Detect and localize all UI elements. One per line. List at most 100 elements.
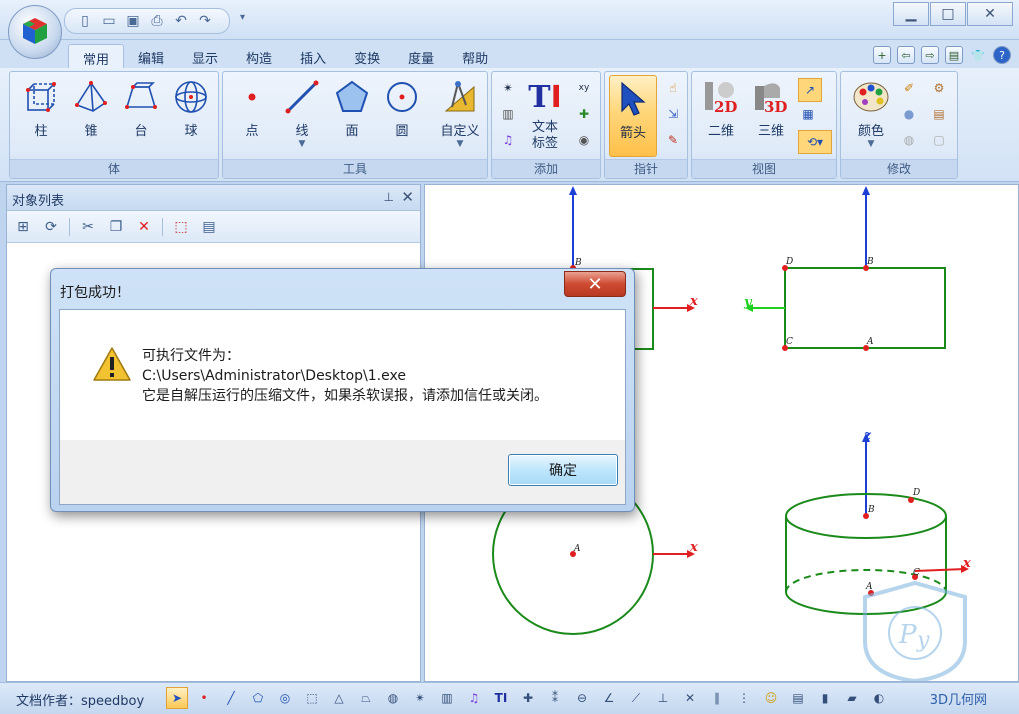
sphere-tool-icon[interactable]: ◍ (382, 687, 404, 709)
refresh-icon[interactable]: ⟳ (41, 217, 61, 237)
circle-button[interactable]: 圆 (379, 78, 425, 139)
tab-transform[interactable]: 变换 (340, 44, 394, 68)
prism-button[interactable]: 柱 (18, 78, 64, 139)
circle-tool-icon[interactable]: ◎ (274, 687, 296, 709)
line-tool-icon[interactable]: ╱ (220, 687, 242, 709)
minimize-button[interactable]: ▁ (893, 2, 929, 26)
close-window-button[interactable]: ✕ (967, 2, 1013, 26)
properties-icon[interactable]: ▤ (929, 104, 949, 124)
eye-icon[interactable]: ◉ (574, 130, 594, 150)
text-tool-icon[interactable]: TI (490, 687, 512, 709)
intersect-tool-icon[interactable]: ✕ (679, 687, 701, 709)
add-animation-icon[interactable]: ✴ (498, 78, 518, 98)
new-icon[interactable]: ▯ (75, 12, 95, 30)
tab-display[interactable]: 显示 (178, 44, 232, 68)
add-icon[interactable]: + (873, 46, 891, 64)
angle-tool-icon[interactable]: ∠ (598, 687, 620, 709)
import-icon[interactable]: ⇦ (897, 46, 915, 64)
shirt-icon[interactable]: 👕 (969, 46, 987, 64)
pointer-tool-icon[interactable]: ➤ (166, 687, 188, 709)
line-button[interactable]: 线 ▼ (279, 78, 325, 149)
custom-dropdown-icon[interactable]: ▼ (433, 139, 487, 149)
properties-tool-icon[interactable]: ▤ (787, 687, 809, 709)
dialog-close-button[interactable]: ✕ (564, 271, 626, 297)
segment-tool-icon[interactable]: ⟋ (625, 687, 647, 709)
view2d-tool-icon[interactable]: ▮ (814, 687, 836, 709)
globe-tool-icon[interactable]: ◐ (868, 687, 890, 709)
music-tool-icon[interactable]: ♫ (463, 687, 485, 709)
animation-tool-icon[interactable]: ✴ (409, 687, 431, 709)
print-icon[interactable]: ⎙ (147, 12, 167, 30)
dots-tool-icon[interactable]: ⋮ (733, 687, 755, 709)
select-hand-icon[interactable]: ☝ (663, 78, 683, 98)
save-icon[interactable]: ▣ (123, 12, 143, 30)
brush-icon[interactable]: ✐ (899, 78, 919, 98)
tab-edit[interactable]: 编辑 (124, 44, 178, 68)
brand-link[interactable]: 3D几何网 (930, 689, 987, 708)
panel-close-icon[interactable]: ✕ (401, 188, 414, 206)
parallel-tool-icon[interactable]: ∥ (706, 687, 728, 709)
add-music-icon[interactable]: ♫ (498, 130, 518, 150)
undo-icon[interactable]: ↶ (171, 12, 191, 30)
ok-button[interactable]: 确定 (508, 454, 618, 486)
tab-help[interactable]: 帮助 (448, 44, 502, 68)
view3d-tool-icon[interactable]: ▰ (841, 687, 863, 709)
tab-measure[interactable]: 度量 (394, 44, 448, 68)
midpoint-tool-icon[interactable]: ⁑ (544, 687, 566, 709)
perpendicular-tool-icon[interactable]: ⊥ (652, 687, 674, 709)
custom-button[interactable]: 自定义 ▼ (433, 78, 487, 149)
polygon-tool-icon[interactable]: ⬠ (247, 687, 269, 709)
axis-tool-icon[interactable]: ✚ (517, 687, 539, 709)
point-button[interactable]: 点 (229, 78, 275, 139)
text-label-button[interactable]: TI 文本 标签 (522, 78, 568, 152)
ellipse-tool-icon[interactable]: ⊖ (571, 687, 593, 709)
sphere-button[interactable]: 球 (168, 78, 214, 139)
redo-icon[interactable]: ↷ (195, 12, 215, 30)
pyramid-tool-icon[interactable]: △ (328, 687, 350, 709)
tab-construct[interactable]: 构造 (232, 44, 286, 68)
view-grid-icon[interactable]: ▦ (798, 104, 818, 124)
select-frame-icon[interactable]: ⬚ (171, 217, 191, 237)
color-button[interactable]: 颜色 ▼ (847, 78, 895, 149)
axis-icon[interactable]: ✚ (574, 104, 594, 124)
material-icon[interactable]: ◍ (899, 130, 919, 150)
settings-gear-icon[interactable]: ⚙ (929, 78, 949, 98)
tab-insert[interactable]: 插入 (286, 44, 340, 68)
pyramid-button[interactable]: 锥 (68, 78, 114, 139)
pin-icon[interactable]: ⊥ (384, 190, 394, 204)
rotate-view-icon[interactable]: ⟲▾ (798, 130, 832, 154)
face-button[interactable]: 面 (329, 78, 375, 139)
tab-common[interactable]: 常用 (68, 44, 125, 68)
figure-top-right[interactable]: y D B C A (743, 186, 946, 351)
properties-panel-icon[interactable]: ▤ (199, 217, 219, 237)
window-icon[interactable]: ▤ (945, 46, 963, 64)
help-icon[interactable]: ? (993, 46, 1011, 64)
frustum-tool-icon[interactable]: ⏢ (355, 687, 377, 709)
arrow-button[interactable]: 箭头 (609, 75, 657, 157)
add-slider-icon[interactable]: ▥ (498, 104, 518, 124)
frustum-button[interactable]: 台 (118, 78, 164, 139)
prism-tool-icon[interactable]: ⬚ (301, 687, 323, 709)
maximize-button[interactable]: □ (930, 2, 966, 26)
app-menu-button[interactable] (8, 5, 62, 59)
export-icon[interactable]: ⇨ (921, 46, 939, 64)
open-icon[interactable]: ▭ (99, 12, 119, 30)
delete-icon[interactable]: ✕ (134, 217, 154, 237)
select-move-icon[interactable]: ⇲ (663, 104, 683, 124)
coordinate-icon[interactable]: xy (574, 78, 594, 98)
layer-icon[interactable]: ▢ (929, 130, 949, 150)
copy-icon[interactable]: ❐ (106, 217, 126, 237)
color-dropdown-icon[interactable]: ▼ (847, 139, 895, 149)
cut-icon[interactable]: ✂ (78, 217, 98, 237)
line-dropdown-icon[interactable]: ▼ (279, 139, 325, 149)
customize-qat-icon[interactable]: ▾ (240, 12, 245, 23)
view-axes-icon[interactable]: ↗ (798, 78, 822, 102)
pen-icon[interactable]: ✎ (663, 130, 683, 150)
point-tool-icon[interactable]: • (193, 687, 215, 709)
expand-collapse-icon[interactable]: ⊞ (13, 217, 33, 237)
figure-bottom-right[interactable]: z x B D C A (785, 428, 971, 615)
view-3d-button[interactable]: 3D 三维 (748, 78, 794, 139)
smiley-tool-icon[interactable]: ☺ (760, 687, 782, 709)
view-2d-button[interactable]: 2D 二维 (698, 78, 744, 139)
slider-tool-icon[interactable]: ▥ (436, 687, 458, 709)
